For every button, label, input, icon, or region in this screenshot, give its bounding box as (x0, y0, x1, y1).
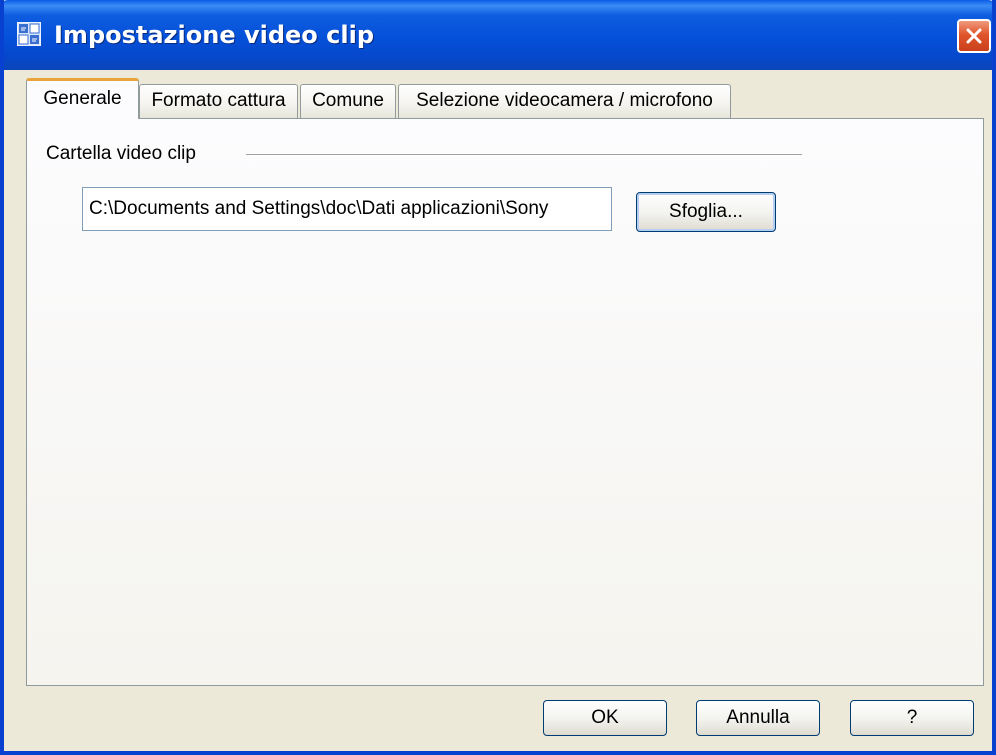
dialog-title: Impostazione video clip (54, 21, 374, 49)
help-button[interactable]: ? (850, 700, 974, 736)
folder-path-field[interactable]: C:\Documents and Settings\doc\Dati appli… (82, 187, 612, 231)
ok-button[interactable]: OK (543, 700, 667, 736)
tab-selezione-videocamera[interactable]: Selezione videocamera / microfono (398, 84, 731, 118)
tab-panel-generale: Cartella video clip C:\Documents and Set… (26, 118, 984, 686)
folder-group-label: Cartella video clip (46, 143, 196, 164)
tab-comune[interactable]: Comune (300, 84, 396, 118)
tab-generale[interactable]: Generale (26, 78, 139, 119)
close-button[interactable] (957, 19, 991, 53)
title-bar[interactable]: Impostazione video clip (4, 0, 992, 70)
group-divider (246, 154, 802, 155)
tab-formato-cattura[interactable]: Formato cattura (139, 84, 298, 118)
video-clip-app-icon (16, 21, 42, 47)
browse-button[interactable]: Sfoglia... (636, 192, 776, 232)
cancel-button[interactable]: Annulla (696, 700, 820, 736)
close-x-icon (966, 28, 982, 44)
dialog-window: Impostazione video clip Generale Formato… (0, 0, 996, 755)
